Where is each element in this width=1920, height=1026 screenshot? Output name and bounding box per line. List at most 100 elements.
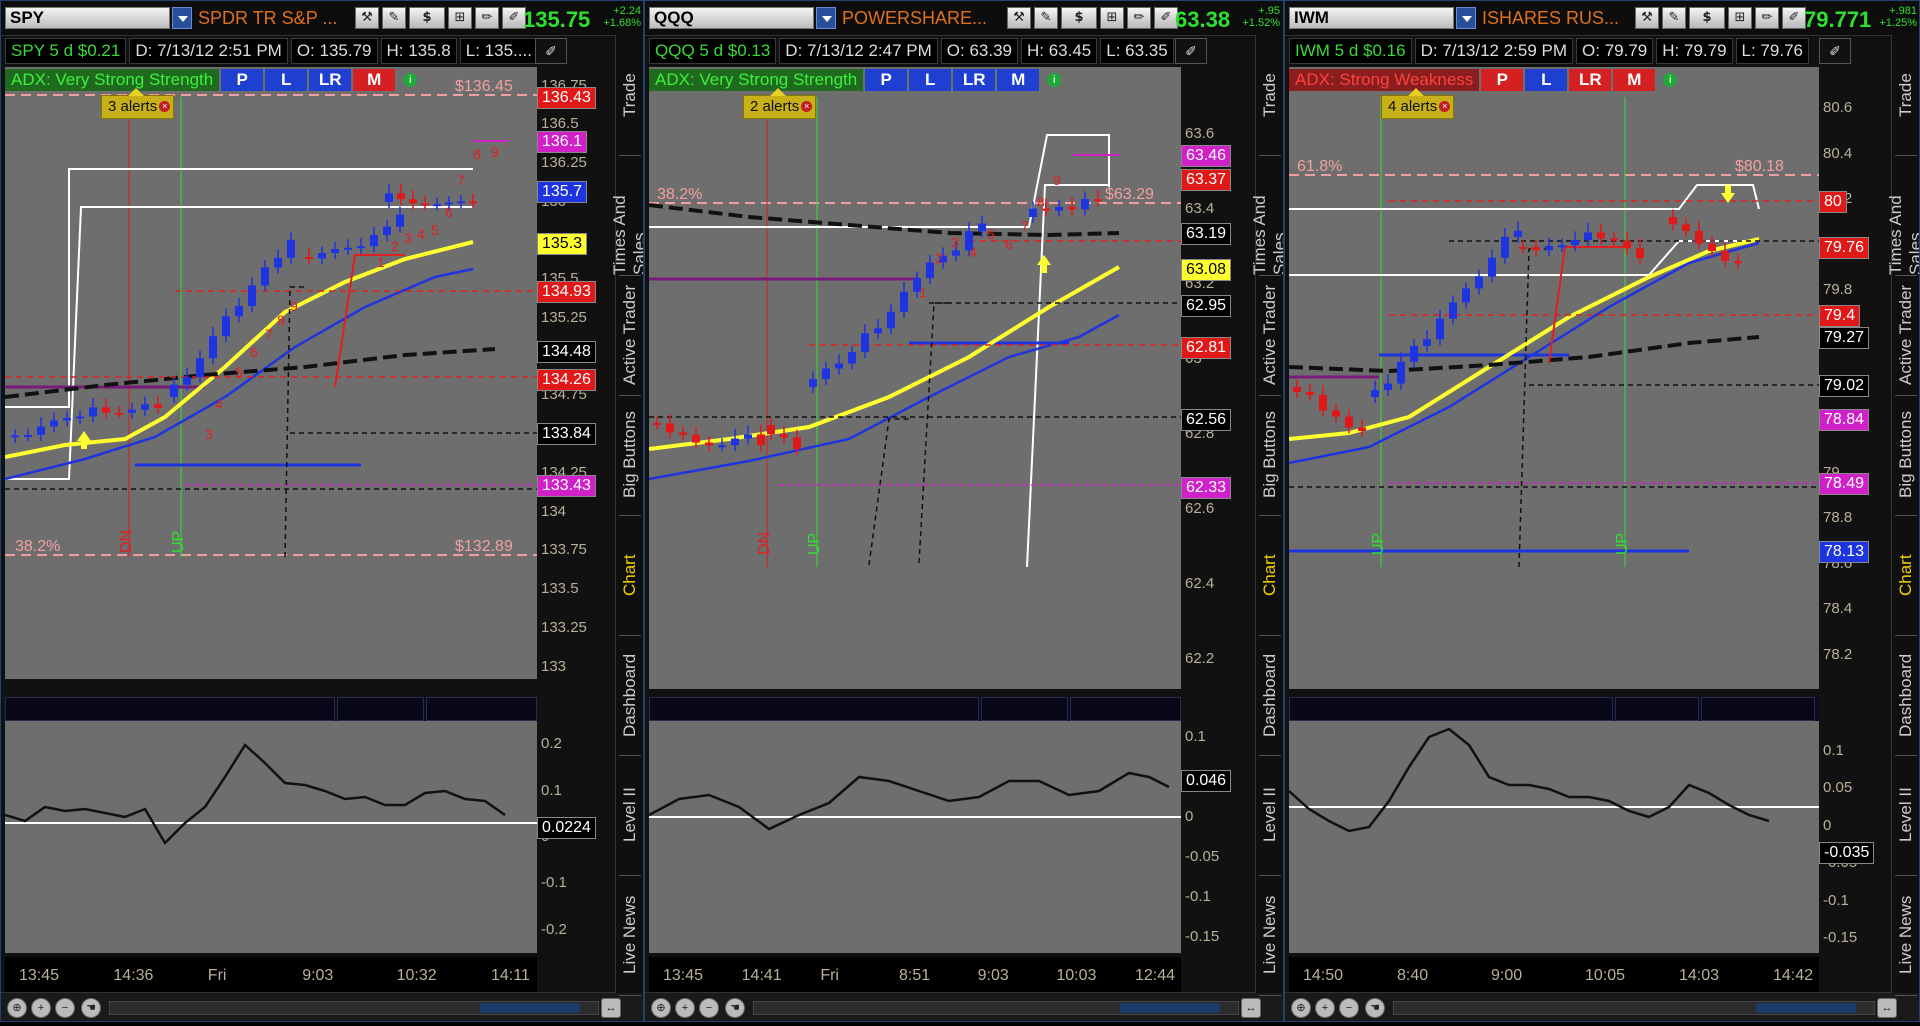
symbol-input[interactable]: SPY	[5, 7, 170, 29]
close-icon[interactable]: ×	[801, 101, 813, 112]
adx-lr-button[interactable]: LR	[309, 69, 352, 91]
scrollbar-thumb[interactable]	[480, 1003, 580, 1013]
pencil-icon[interactable]: ✏	[1755, 7, 1779, 29]
side-tab-active-trader[interactable]: Active Trader	[1892, 275, 1919, 395]
grid-icon[interactable]: ⊞	[1728, 7, 1752, 29]
scrollbar-thumb[interactable]	[1120, 1003, 1220, 1013]
dollar-button[interactable]: $	[1061, 7, 1097, 29]
wrench-icon[interactable]: ✎	[1662, 7, 1686, 29]
studies-icon[interactable]: ⚒	[355, 7, 379, 29]
chart-scrollbar[interactable]	[109, 1001, 599, 1015]
zoom-out-icon[interactable]: −	[1339, 998, 1359, 1018]
side-tab-dashboard[interactable]: Dashboard	[1892, 635, 1919, 755]
info-icon[interactable]: i	[1663, 73, 1678, 87]
aggregation-label[interactable]: IWM 5 d $0.16	[1289, 38, 1412, 64]
side-tab-active-trader[interactable]: Active Trader	[616, 275, 643, 395]
adx-l-button[interactable]: L	[265, 69, 308, 91]
grid-icon[interactable]: ⊞	[1100, 7, 1124, 29]
side-tab-chart[interactable]: Chart	[1256, 515, 1283, 635]
zoom-out-icon[interactable]: −	[699, 998, 719, 1018]
hand-icon[interactable]: ☚	[725, 998, 745, 1018]
symbol-input[interactable]: QQQ	[649, 7, 814, 29]
side-tab-big-buttons[interactable]: Big Buttons	[616, 395, 643, 515]
side-tab-live-news[interactable]: Live News	[1892, 875, 1919, 995]
adx-p-button[interactable]: P	[865, 69, 908, 91]
wrench-icon[interactable]: ✎	[1034, 7, 1058, 29]
oscillator-chart[interactable]	[5, 697, 537, 953]
drawing-tool-button[interactable]: ✐	[535, 38, 567, 64]
alerts-badge[interactable]: 2 alerts ×	[743, 88, 817, 119]
chart-scrollbar[interactable]	[753, 1001, 1239, 1015]
grid-icon[interactable]: ⊞	[448, 7, 472, 29]
adx-lr-button[interactable]: LR	[953, 69, 996, 91]
side-tab-live-news[interactable]: Live News	[616, 875, 643, 995]
side-tab-dashboard[interactable]: Dashboard	[616, 635, 643, 755]
symbol-dropdown-button[interactable]	[816, 7, 836, 29]
studies-icon[interactable]: ⚒	[1635, 7, 1659, 29]
zoom-fit-icon[interactable]: ⊕	[651, 998, 671, 1018]
side-tab-big-buttons[interactable]: Big Buttons	[1256, 395, 1283, 515]
adx-l-button[interactable]: L	[909, 69, 952, 91]
dollar-button[interactable]: $	[409, 7, 445, 29]
side-tab-dashboard[interactable]: Dashboard	[1256, 635, 1283, 755]
zoom-in-icon[interactable]: +	[31, 998, 51, 1018]
side-tab-chart[interactable]: Chart	[616, 515, 643, 635]
info-icon[interactable]: i	[403, 73, 418, 87]
pencil-icon[interactable]: ✏	[1127, 7, 1151, 29]
side-tab-level-ii[interactable]: Level II	[1892, 755, 1919, 875]
adx-p-button[interactable]: P	[1481, 69, 1524, 91]
side-tab-trade[interactable]: Trade	[616, 35, 643, 155]
expand-icon[interactable]: ↔	[1241, 998, 1261, 1018]
hand-icon[interactable]: ☚	[1365, 998, 1385, 1018]
expand-icon[interactable]: ↔	[1877, 998, 1897, 1018]
zoom-in-icon[interactable]: +	[1315, 998, 1335, 1018]
adx-l-button[interactable]: L	[1525, 69, 1568, 91]
alerts-badge[interactable]: 3 alerts ×	[101, 88, 175, 119]
close-icon[interactable]: ×	[1439, 101, 1451, 112]
close-icon[interactable]: ×	[159, 101, 171, 112]
side-tab-live-news[interactable]: Live News	[1256, 875, 1283, 995]
adx-lr-button[interactable]: LR	[1569, 69, 1612, 91]
price-chart[interactable]: 1 2 3 4 5 6 7 8 9 38.2% $63.29 DN UP ADX: Very Stron…	[649, 67, 1181, 689]
expand-icon[interactable]: ↔	[601, 998, 621, 1018]
drawing-tool-button[interactable]: ✐	[1175, 38, 1207, 64]
side-tab-level-ii[interactable]: Level II	[1256, 755, 1283, 875]
aggregation-label[interactable]: QQQ 5 d $0.13	[649, 38, 777, 64]
chart-scrollbar[interactable]	[1393, 1001, 1875, 1015]
side-tab-chart[interactable]: Chart	[1892, 515, 1919, 635]
adx-m-button[interactable]: M	[997, 69, 1040, 91]
drawing-tool-button[interactable]: ✐	[1819, 38, 1851, 64]
zoom-out-icon[interactable]: −	[55, 998, 75, 1018]
studies-icon[interactable]: ⚒	[1007, 7, 1031, 29]
wrench-icon[interactable]: ✎	[382, 7, 406, 29]
side-tab-trade[interactable]: Trade	[1256, 35, 1283, 155]
price-chart[interactable]: 61.8% $80.18 UP UP ADX: Strong Weakness P L…	[1289, 67, 1819, 689]
side-tab-times-and-sales[interactable]: Times And Sales	[610, 155, 643, 275]
side-tab-trade[interactable]: Trade	[1892, 35, 1919, 155]
zoom-fit-icon[interactable]: ⊕	[7, 998, 27, 1018]
zoom-fit-icon[interactable]: ⊕	[1291, 998, 1311, 1018]
aggregation-label[interactable]: SPY 5 d $0.21	[5, 38, 127, 64]
dollar-button[interactable]: $	[1689, 7, 1725, 29]
adx-m-button[interactable]: M	[353, 69, 396, 91]
oscillator-chart[interactable]	[649, 697, 1181, 953]
pencil-icon[interactable]: ✏	[475, 7, 499, 29]
style-icon[interactable]: ✐	[1782, 7, 1806, 29]
zoom-in-icon[interactable]: +	[675, 998, 695, 1018]
side-tab-big-buttons[interactable]: Big Buttons	[1892, 395, 1919, 515]
side-tab-times-and-sales[interactable]: Times And Sales	[1250, 155, 1283, 275]
info-icon[interactable]: i	[1047, 73, 1062, 87]
adx-p-button[interactable]: P	[221, 69, 264, 91]
side-tab-active-trader[interactable]: Active Trader	[1256, 275, 1283, 395]
scrollbar-thumb[interactable]	[1756, 1003, 1856, 1013]
oscillator-chart[interactable]	[1289, 697, 1819, 953]
adx-m-button[interactable]: M	[1613, 69, 1656, 91]
symbol-dropdown-button[interactable]	[172, 7, 192, 29]
hand-icon[interactable]: ☚	[81, 998, 101, 1018]
side-tab-times-and-sales[interactable]: Times And Sales	[1886, 155, 1919, 275]
side-tab-level-ii[interactable]: Level II	[616, 755, 643, 875]
alerts-badge[interactable]: 4 alerts ×	[1381, 88, 1455, 119]
price-chart[interactable]: 345678912345678961.8%$136.4538.2%$132.89…	[5, 67, 537, 679]
symbol-dropdown-button[interactable]	[1456, 7, 1476, 29]
symbol-input[interactable]: IWM	[1289, 7, 1454, 29]
